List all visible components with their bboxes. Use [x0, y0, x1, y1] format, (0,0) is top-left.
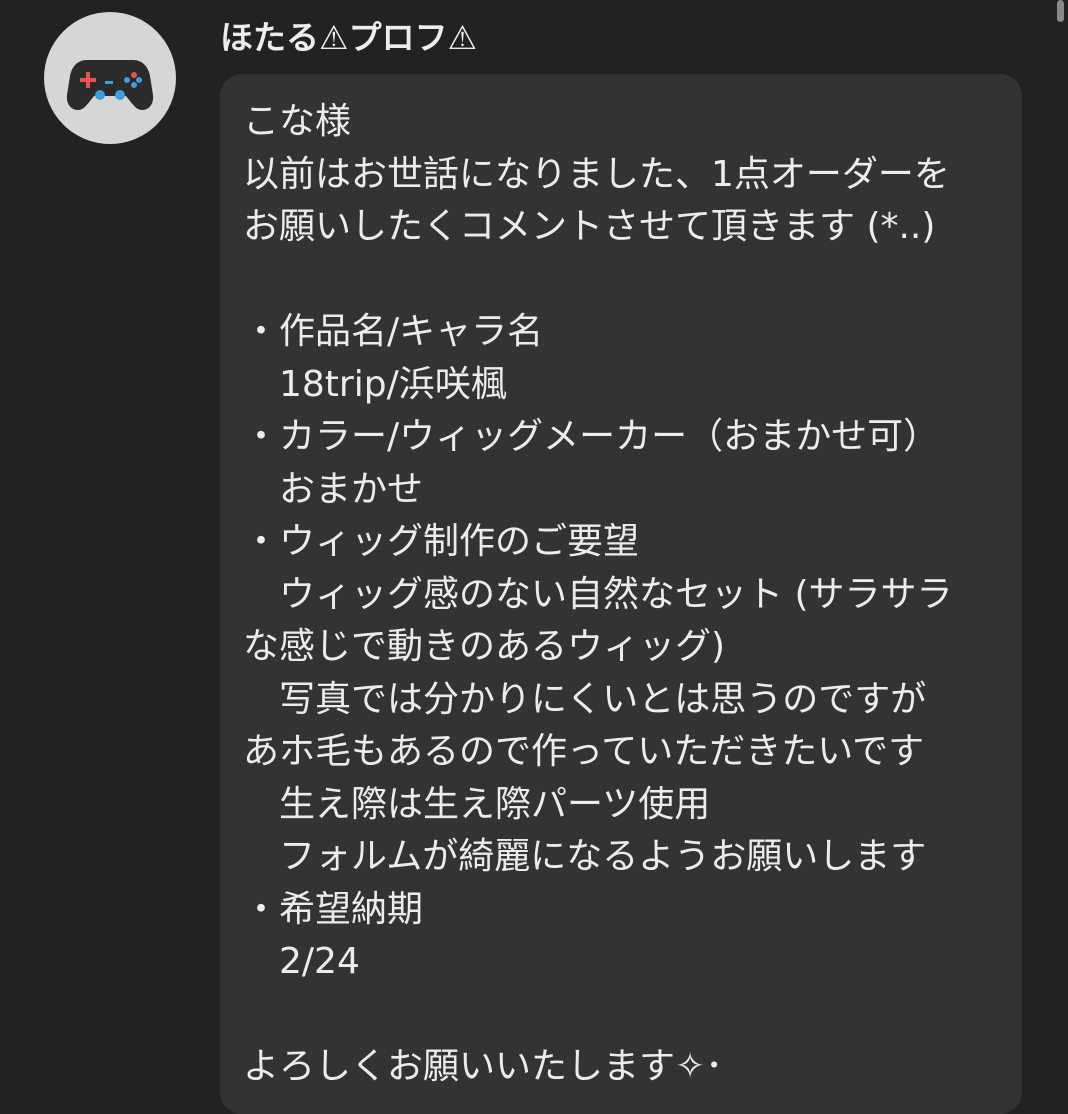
message-line: ・カラー/ウィッグメーカー（おまかせ可） — [243, 416, 940, 457]
message-line: ウィッグ感のない自然なセット (サラサラ — [243, 573, 953, 615]
gamepad-icon — [66, 60, 154, 110]
message-line — [243, 989, 1002, 1042]
message-line: お願いしたくコメントさせて頂きます (*..) — [243, 206, 936, 247]
scrollbar-thumb[interactable] — [1057, 0, 1064, 22]
message-line: 写真では分かりにくいとは思うのですが — [243, 678, 927, 720]
message-line: 18trip/浜咲楓 — [243, 363, 507, 405]
message-line: 生え際は生え際パーツ使用 — [243, 783, 711, 825]
message-line: な感じで動きのあるウィッグ) — [243, 626, 726, 667]
message-line: ・作品名/キャラ名 — [243, 311, 544, 352]
message-line: 2/24 — [243, 941, 360, 982]
message-line: あホ毛もあるので作っていただきたいです — [243, 731, 925, 772]
message-line: 以前はお世話になりました、1点オーダーを — [243, 153, 950, 195]
message-line: ・ウィッグ制作のご要望 — [243, 521, 640, 562]
message-line — [243, 254, 1002, 307]
avatar[interactable] — [44, 12, 176, 144]
message-line: こな様 — [243, 101, 352, 142]
message-line: よろしくお願いいたします✧･ — [243, 1046, 724, 1087]
message-line: おまかせ — [243, 468, 424, 510]
sender-name[interactable]: ほたる⚠プロフ⚠ — [220, 12, 477, 64]
message-line: ・希望納期 — [243, 888, 424, 930]
message-bubble: こな様 以前はお世話になりました、1点オーダーを お願いしたくコメントさせて頂き… — [220, 74, 1022, 1114]
message-line: フォルムが綺麗になるようお願いします — [243, 836, 927, 877]
